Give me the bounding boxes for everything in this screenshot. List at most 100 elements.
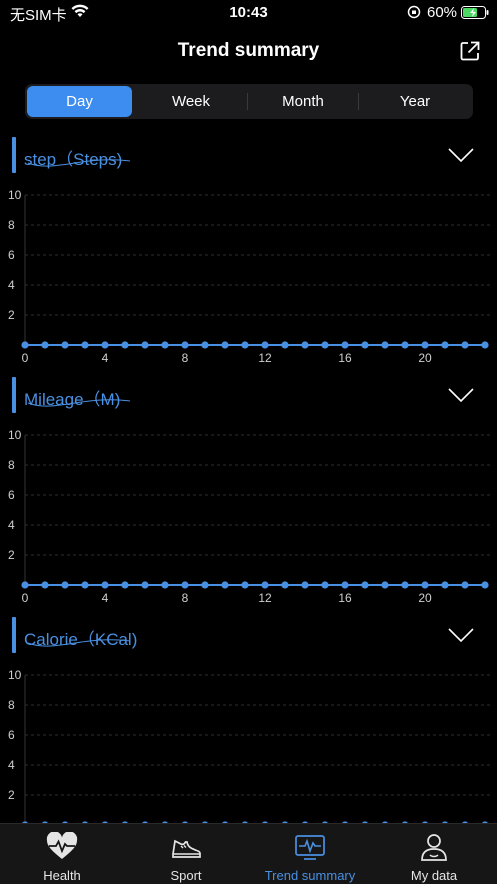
tab-day[interactable]: Day bbox=[27, 86, 132, 117]
squiggle-decoration bbox=[27, 399, 131, 407]
data-point bbox=[401, 341, 409, 349]
data-point bbox=[421, 341, 429, 349]
y-tick-label: 2 bbox=[8, 548, 15, 562]
data-point bbox=[361, 341, 369, 349]
y-tick-label: 8 bbox=[8, 458, 15, 472]
data-point bbox=[241, 341, 249, 349]
data-point bbox=[481, 581, 489, 589]
heart-pulse-icon bbox=[46, 832, 78, 859]
monitor-pulse-icon bbox=[295, 835, 325, 860]
data-point bbox=[201, 581, 209, 589]
x-tick-label: 12 bbox=[258, 591, 272, 605]
rotation-lock-icon bbox=[407, 5, 421, 19]
data-point bbox=[241, 581, 249, 589]
tabbar-label: Health bbox=[43, 868, 81, 883]
data-point bbox=[481, 341, 489, 349]
data-point bbox=[81, 341, 89, 349]
data-point bbox=[161, 581, 169, 589]
tab-month[interactable]: Month bbox=[248, 86, 358, 117]
data-point bbox=[381, 581, 389, 589]
data-point bbox=[41, 341, 49, 349]
chevron-down-icon[interactable] bbox=[447, 627, 475, 643]
data-point bbox=[381, 341, 389, 349]
steps-section: step（Steps) 2 4 6 8 10 0 4 8 12 16 20 bbox=[0, 137, 497, 377]
tab-week[interactable]: Week bbox=[136, 86, 246, 117]
data-point bbox=[341, 341, 349, 349]
x-tick-label: 8 bbox=[182, 351, 189, 365]
tabbar-item-health[interactable]: Health bbox=[0, 824, 124, 884]
y-tick-label: 4 bbox=[8, 518, 15, 532]
x-tick-label: 16 bbox=[338, 351, 352, 365]
y-tick-label: 2 bbox=[8, 308, 15, 322]
squiggle-decoration bbox=[27, 159, 131, 167]
y-tick-label: 8 bbox=[8, 698, 15, 712]
data-point bbox=[261, 581, 269, 589]
data-point bbox=[321, 341, 329, 349]
data-point bbox=[161, 341, 169, 349]
data-point bbox=[421, 581, 429, 589]
y-tick-label: 2 bbox=[8, 788, 15, 802]
data-point bbox=[181, 581, 189, 589]
y-tick-label: 6 bbox=[8, 488, 15, 502]
data-point bbox=[461, 341, 469, 349]
y-tick-label: 6 bbox=[8, 728, 15, 742]
y-tick-label: 6 bbox=[8, 248, 15, 262]
data-point bbox=[261, 341, 269, 349]
mileage-chart: 2 4 6 8 10 0 4 8 12 16 20 bbox=[8, 428, 490, 605]
calorie-chart: 246810048121620 bbox=[8, 668, 490, 845]
data-point bbox=[341, 581, 349, 589]
period-segmented-control: Day Week Month Year bbox=[25, 84, 473, 119]
tabbar-item-trend-summary[interactable]: Trend summary bbox=[248, 824, 372, 884]
data-point bbox=[41, 581, 49, 589]
data-point bbox=[181, 341, 189, 349]
chevron-down-icon[interactable] bbox=[447, 147, 475, 163]
tabbar-item-sport[interactable]: Sport bbox=[124, 824, 248, 884]
x-tick-label: 8 bbox=[182, 591, 189, 605]
data-point bbox=[121, 341, 129, 349]
x-tick-label: 16 bbox=[338, 591, 352, 605]
x-tick-label: 20 bbox=[418, 591, 432, 605]
share-icon[interactable] bbox=[459, 40, 481, 62]
data-point bbox=[141, 581, 149, 589]
x-tick-label: 12 bbox=[258, 351, 272, 365]
tabbar-label: My data bbox=[410, 868, 458, 883]
data-point bbox=[441, 581, 449, 589]
data-point bbox=[361, 581, 369, 589]
data-point bbox=[141, 341, 149, 349]
data-point bbox=[221, 581, 229, 589]
section-accent-bar bbox=[12, 137, 16, 173]
calorie-section: Calorie（KCal) 246810048121620 bbox=[0, 617, 497, 857]
y-tick-label: 10 bbox=[8, 668, 22, 682]
y-tick-label: 4 bbox=[8, 758, 15, 772]
data-point bbox=[321, 581, 329, 589]
chevron-down-icon[interactable] bbox=[447, 387, 475, 403]
x-tick-label: 0 bbox=[22, 591, 29, 605]
status-bar: 无SIM卡 10:43 60% bbox=[0, 0, 497, 26]
data-point bbox=[21, 581, 29, 589]
steps-chart: 2 4 6 8 10 0 4 8 12 16 20 bbox=[8, 188, 490, 365]
section-accent-bar bbox=[12, 617, 16, 653]
tabbar-item-my-data[interactable]: My data bbox=[372, 824, 496, 884]
bottom-tab-bar: Health Sport Trend summary My data bbox=[0, 823, 497, 884]
tab-year[interactable]: Year bbox=[359, 86, 471, 117]
data-point bbox=[281, 341, 289, 349]
x-tick-label: 0 bbox=[22, 351, 29, 365]
y-tick-label: 10 bbox=[8, 428, 22, 442]
data-point bbox=[101, 581, 109, 589]
user-icon bbox=[421, 834, 447, 861]
data-point bbox=[121, 581, 129, 589]
data-point bbox=[61, 341, 69, 349]
y-tick-label: 4 bbox=[8, 278, 15, 292]
y-tick-label: 10 bbox=[8, 188, 22, 202]
data-point bbox=[301, 581, 309, 589]
shoe-icon bbox=[172, 839, 201, 858]
data-point bbox=[301, 341, 309, 349]
data-point bbox=[461, 581, 469, 589]
data-point bbox=[201, 341, 209, 349]
tabbar-label: Trend summary bbox=[264, 868, 356, 883]
squiggle-decoration bbox=[27, 639, 131, 647]
page-title: Trend summary bbox=[177, 40, 320, 61]
data-point bbox=[61, 581, 69, 589]
data-point bbox=[401, 581, 409, 589]
data-point bbox=[101, 341, 109, 349]
